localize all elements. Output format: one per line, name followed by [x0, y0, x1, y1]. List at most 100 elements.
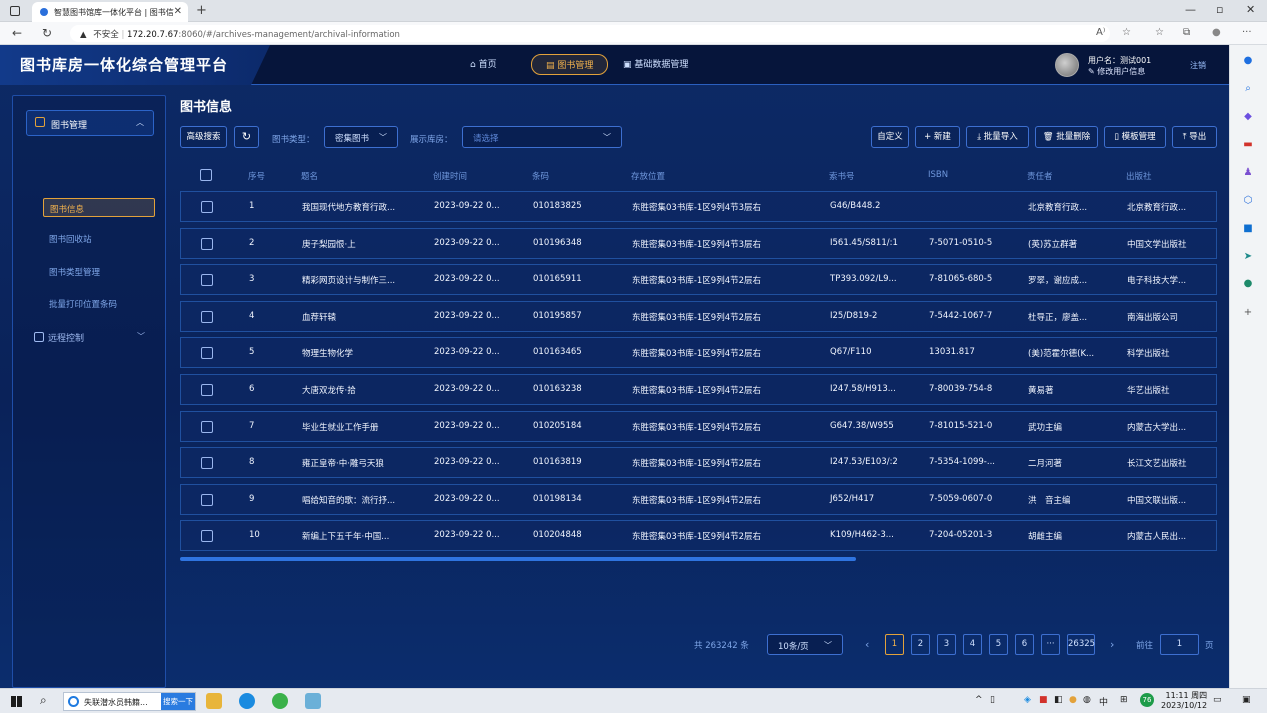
nav-book-management[interactable]: ▤ 图书管理 [531, 54, 609, 75]
row-checkbox[interactable] [201, 384, 213, 396]
table-row[interactable]: 8 雍正皇帝·中·雕弓天狼 2023-09-22 0... 010163819 东胜密集… [180, 447, 1217, 479]
tray-app-icon[interactable]: ◈ [1024, 695, 1031, 705]
clock[interactable]: 11:11 周四 2023/10/12 [1161, 691, 1207, 711]
batch-delete-button[interactable]: 🗑 批量删除 [1035, 126, 1098, 148]
back-button[interactable]: ← [12, 26, 22, 40]
row-checkbox[interactable] [201, 457, 213, 470]
page-button[interactable]: 6 [1015, 634, 1034, 655]
page-button[interactable]: 5 [989, 634, 1008, 655]
toolbox-icon[interactable]: ▬ [1241, 139, 1255, 151]
sidebar-item-book-info[interactable]: 图书信息 [43, 198, 155, 217]
column-header[interactable]: 条码 [532, 170, 549, 182]
network-icon[interactable]: ◍ [1083, 695, 1091, 705]
horizontal-scrollbar[interactable] [180, 557, 856, 561]
table-row[interactable]: 4 血荐轩辕 2023-09-22 0... 010195857 东胜密集03书库-1区… [180, 300, 1217, 332]
games-icon[interactable]: ♟ [1241, 167, 1255, 179]
page-button[interactable]: 3 [937, 634, 956, 655]
wechat-icon[interactable] [272, 693, 288, 709]
tray-app-icon[interactable]: ■ [1039, 695, 1048, 705]
nav-home[interactable]: ⌂ 首页 [470, 57, 497, 70]
outlook-icon[interactable]: ■ [1241, 223, 1255, 235]
column-header[interactable]: 索书号 [829, 170, 855, 182]
browser-menu-icon[interactable]: ··· [1242, 27, 1252, 38]
bell-icon[interactable]: ● [1241, 55, 1255, 67]
select-all-checkbox[interactable] [200, 169, 212, 181]
row-checkbox[interactable] [201, 493, 213, 506]
column-header[interactable]: 存放位置 [631, 170, 665, 182]
goto-page-input[interactable]: 1 [1160, 634, 1199, 655]
logout-link[interactable]: 注销 [1190, 60, 1206, 71]
page-button[interactable]: 2 [911, 634, 930, 655]
edit-user-link[interactable]: ✎ 修改用户信息 [1088, 66, 1145, 77]
office-icon[interactable]: ⬡ [1241, 195, 1255, 207]
search-icon[interactable]: ⌕ [1241, 83, 1255, 95]
page-button[interactable]: ··· [1041, 634, 1060, 655]
edge-icon[interactable] [239, 693, 255, 709]
add-icon[interactable]: + [1241, 307, 1255, 319]
reload-button[interactable]: ↻ [42, 26, 52, 40]
customize-button[interactable]: 自定义 [871, 126, 909, 148]
keyboard-icon[interactable]: ⊞ [1120, 695, 1128, 705]
tray-app-icon[interactable]: ● [1069, 695, 1077, 705]
file-explorer-icon[interactable] [206, 693, 222, 709]
column-header[interactable]: 题名 [301, 170, 318, 182]
send-icon[interactable]: ➤ [1241, 251, 1255, 263]
tray-app-icon[interactable]: ◧ [1054, 695, 1063, 705]
page-button[interactable]: 26325 [1067, 634, 1095, 655]
taskbar-search-icon[interactable]: ⌕ [40, 693, 47, 708]
book-type-select[interactable]: 密集图书 ﹀ [324, 126, 398, 148]
template-management-button[interactable]: ▯ 模板管理 [1104, 126, 1166, 148]
tray-expand-icon[interactable]: ^ [975, 695, 983, 705]
app-icon[interactable] [305, 693, 321, 709]
table-row[interactable]: 7 毕业生就业工作手册 2023-09-22 0... 010205184 东胜密集03… [180, 410, 1217, 442]
close-window-button[interactable]: ✕ [1246, 3, 1255, 16]
drop-icon[interactable]: ● [1241, 278, 1255, 290]
refresh-button[interactable]: ↻ [234, 126, 259, 148]
row-checkbox[interactable] [201, 201, 213, 213]
row-checkbox[interactable] [201, 237, 213, 250]
row-checkbox[interactable] [201, 310, 213, 323]
next-page-button[interactable]: › [1110, 638, 1114, 651]
nav-basic-data[interactable]: ▣ 基础数据管理 [623, 57, 688, 70]
row-checkbox[interactable] [201, 347, 213, 360]
tab-close-icon[interactable]: ✕ [174, 6, 182, 17]
browser-tab[interactable]: 智慧图书馆库一体化平台 | 图书信 ✕ [32, 2, 188, 22]
row-checkbox[interactable] [201, 530, 213, 543]
show-desktop-icon[interactable]: ▭ [1213, 695, 1222, 705]
profile-icon[interactable]: ● [1212, 27, 1221, 38]
badge[interactable]: 76 [1140, 693, 1154, 707]
column-header[interactable]: 序号 [248, 170, 265, 182]
maximize-button[interactable]: ▫ [1216, 3, 1223, 16]
table-row[interactable]: 9 唱给知音的歌：流行抒... 2023-09-22 0... 010198134 东胜… [180, 483, 1217, 515]
table-row[interactable]: 6 大唐双龙传·拾 2023-09-22 0... 010163238 东胜密集03书库… [180, 374, 1217, 405]
prev-page-button[interactable]: ‹ [865, 638, 869, 651]
table-row[interactable]: 3 精彩网页设计与制作三... 2023-09-22 0... 010165911 东胜… [180, 264, 1217, 296]
row-checkbox[interactable] [201, 420, 213, 433]
new-tab-button[interactable]: + [196, 3, 207, 18]
column-header[interactable]: 创建时间 [433, 170, 467, 182]
table-row[interactable]: 5 物理生物化学 2023-09-22 0... 010163465 东胜密集03书库-… [180, 337, 1217, 369]
page-button[interactable]: 4 [963, 634, 982, 655]
warehouse-select[interactable]: 请选择 ﹀ [462, 126, 622, 148]
collections-icon[interactable]: ⧉ [1183, 27, 1190, 38]
taskbar-search-button[interactable]: 搜索一下 [161, 693, 195, 710]
page-size-select[interactable]: 10条/页 ﹀ [767, 634, 843, 655]
sidebar-item-print-barcodes[interactable]: 批量打印位置条码 [49, 298, 117, 310]
table-row[interactable]: 1 我国现代地方教育行政... 2023-09-22 0... 010183825 东胜… [180, 191, 1217, 222]
window-menu-icon[interactable] [10, 6, 20, 16]
url-field[interactable]: ▲ 不安全 | 172.20.7.67:8060/#/archives-mana… [70, 25, 1110, 42]
column-header[interactable]: 出版社 [1126, 170, 1152, 182]
row-checkbox[interactable] [201, 274, 213, 287]
sidebar-item-book-types[interactable]: 图书类型管理 [49, 266, 100, 278]
tag-icon[interactable]: ◆ [1241, 111, 1255, 123]
minimize-button[interactable]: — [1185, 3, 1196, 16]
ime-indicator[interactable]: 中 [1099, 695, 1108, 708]
favorite-icon[interactable]: ☆ [1122, 27, 1131, 38]
table-row[interactable]: 10 新编上下五千年·中国... 2023-09-22 0... 010204848 东… [180, 520, 1217, 552]
page-button[interactable]: 1 [885, 634, 904, 655]
batch-import-button[interactable]: ⤓ 批量导入 [966, 126, 1029, 148]
export-button[interactable]: ⤒ 导出 [1172, 126, 1217, 148]
sidebar-group-book-management[interactable]: 图书管理 ︿ [26, 110, 154, 136]
column-header[interactable]: ISBN [928, 170, 948, 180]
read-aloud-icon[interactable]: A⁾ [1096, 27, 1105, 38]
